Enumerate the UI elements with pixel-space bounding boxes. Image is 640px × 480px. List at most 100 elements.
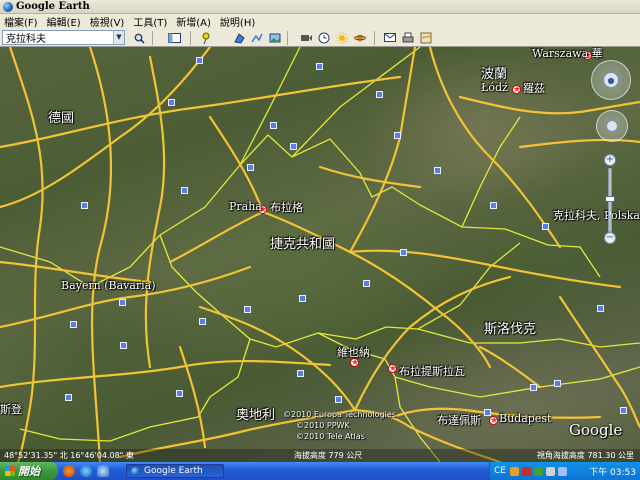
polygon-icon <box>234 33 245 44</box>
photo-marker[interactable] <box>376 91 383 98</box>
ime-icon[interactable] <box>509 466 519 476</box>
eye-icon: ● <box>603 72 619 88</box>
google-earth-icon <box>131 466 140 476</box>
search-go-button[interactable] <box>131 31 147 45</box>
pushpin-icon <box>202 32 210 44</box>
zoom-in-button[interactable]: + <box>604 154 616 166</box>
show-desktop-icon[interactable] <box>97 465 109 477</box>
clock[interactable]: 下午 03:53 <box>589 465 636 478</box>
view-in-maps-button[interactable] <box>418 31 434 45</box>
photo-marker[interactable] <box>81 202 88 209</box>
image-overlay-button[interactable] <box>267 31 283 45</box>
label-praha[interactable]: Praha <box>229 200 262 213</box>
menu-edit[interactable]: 編輯(E) <box>47 14 81 29</box>
menu-help[interactable]: 說明(H) <box>220 14 255 29</box>
envelope-icon <box>384 33 396 42</box>
sunlight-button[interactable] <box>334 31 350 45</box>
photo-marker[interactable] <box>394 132 401 139</box>
label-poland[interactable]: 波蘭 <box>481 63 507 82</box>
city-marker-bratislava[interactable]: ★ <box>388 364 397 374</box>
photo-marker[interactable] <box>530 384 537 391</box>
label-left-edge[interactable]: 斯登 <box>0 401 22 417</box>
photo-marker[interactable] <box>199 318 206 325</box>
taskbar-google-earth[interactable]: Google Earth <box>126 464 224 478</box>
city-marker-budapest[interactable]: ★ <box>489 416 498 426</box>
label-warszawa[interactable]: Warszawa 華 <box>532 47 603 61</box>
sidebar-toggle-button[interactable] <box>166 31 182 45</box>
tray-app-icon[interactable] <box>521 466 531 476</box>
email-button[interactable] <box>382 31 398 45</box>
label-vienna[interactable]: 維也納 <box>337 344 370 360</box>
look-joystick[interactable]: ● <box>591 60 631 100</box>
label-bayern[interactable]: Bayern (Bavaria) <box>61 279 156 292</box>
city-marker-lodz[interactable]: ★ <box>512 85 521 95</box>
menu-file[interactable]: 檔案(F) <box>4 14 38 29</box>
zoom-slider-thumb[interactable] <box>605 196 615 202</box>
record-tour-button[interactable] <box>298 31 314 45</box>
map-view[interactable]: ★ ★ ★ ★ ★ ★ Warszawa 華 波蘭 Łódź 羅茲 德國 Pra… <box>0 47 640 462</box>
photo-marker[interactable] <box>434 167 441 174</box>
tray-app-icon[interactable] <box>533 466 543 476</box>
photo-marker[interactable] <box>65 394 72 401</box>
historical-imagery-button[interactable] <box>316 31 332 45</box>
photo-marker[interactable] <box>620 407 627 414</box>
photo-marker[interactable] <box>181 187 188 194</box>
photo-marker[interactable] <box>176 390 183 397</box>
photo-marker[interactable] <box>244 306 251 313</box>
photo-marker[interactable] <box>400 249 407 256</box>
photo-marker[interactable] <box>316 63 323 70</box>
label-bratislava[interactable]: 布拉提斯拉瓦 <box>399 363 465 379</box>
ime-indicator[interactable]: CE <box>494 466 506 476</box>
road <box>88 47 112 462</box>
photo-marker[interactable] <box>484 409 491 416</box>
search-input[interactable] <box>3 31 113 44</box>
label-krakow[interactable]: 克拉科夫, Polska <box>553 207 640 223</box>
volume-icon[interactable] <box>545 466 555 476</box>
road <box>198 305 357 412</box>
network-icon[interactable] <box>557 466 567 476</box>
photo-marker[interactable] <box>70 321 77 328</box>
photo-marker[interactable] <box>168 99 175 106</box>
label-austria[interactable]: 奧地利 <box>236 404 275 423</box>
photo-marker[interactable] <box>299 295 306 302</box>
photo-marker[interactable] <box>554 380 561 387</box>
photo-marker[interactable] <box>290 143 297 150</box>
toolbar-divider <box>287 31 288 45</box>
magnifier-icon <box>134 33 145 44</box>
photo-marker[interactable] <box>119 299 126 306</box>
menu-view[interactable]: 檢視(V) <box>90 14 125 29</box>
polygon-button[interactable] <box>231 31 247 45</box>
ie-icon[interactable] <box>80 465 92 477</box>
photo-marker[interactable] <box>597 305 604 312</box>
label-slovakia[interactable]: 斯洛伐克 <box>484 318 536 337</box>
photo-marker[interactable] <box>297 370 304 377</box>
label-germany[interactable]: 德國 <box>48 107 74 126</box>
taskbar-google-earth-label: Google Earth <box>144 466 203 476</box>
search-dropdown-icon[interactable]: ▼ <box>113 31 124 44</box>
photo-marker[interactable] <box>363 280 370 287</box>
photo-marker[interactable] <box>490 202 497 209</box>
firefox-icon[interactable] <box>63 465 75 477</box>
menu-tools[interactable]: 工具(T) <box>133 14 167 29</box>
menu-add[interactable]: 新增(A) <box>176 14 211 29</box>
label-lodz[interactable]: Łódź <box>481 81 508 94</box>
title-bar[interactable]: Google Earth <box>0 0 640 14</box>
placemark-button[interactable] <box>198 31 214 45</box>
planets-button[interactable] <box>352 31 368 45</box>
label-praha-cn[interactable]: 布拉格 <box>270 199 303 215</box>
photo-marker[interactable] <box>120 342 127 349</box>
label-czech[interactable]: 捷克共和國 <box>270 233 335 252</box>
path-button[interactable] <box>249 31 265 45</box>
photo-marker[interactable] <box>270 122 277 129</box>
start-button[interactable]: 開始 <box>0 462 58 480</box>
label-budapest[interactable]: Budapest <box>499 412 551 425</box>
print-button[interactable] <box>400 31 416 45</box>
photo-marker[interactable] <box>247 164 254 171</box>
zoom-out-button[interactable]: − <box>604 232 616 244</box>
photo-marker[interactable] <box>542 223 549 230</box>
photo-marker[interactable] <box>335 396 342 403</box>
photo-marker[interactable] <box>196 57 203 64</box>
label-lodz-cn[interactable]: 羅茲 <box>523 80 545 96</box>
label-budapest-cn[interactable]: 布達佩斯 <box>437 412 481 428</box>
move-joystick[interactable] <box>596 110 628 142</box>
